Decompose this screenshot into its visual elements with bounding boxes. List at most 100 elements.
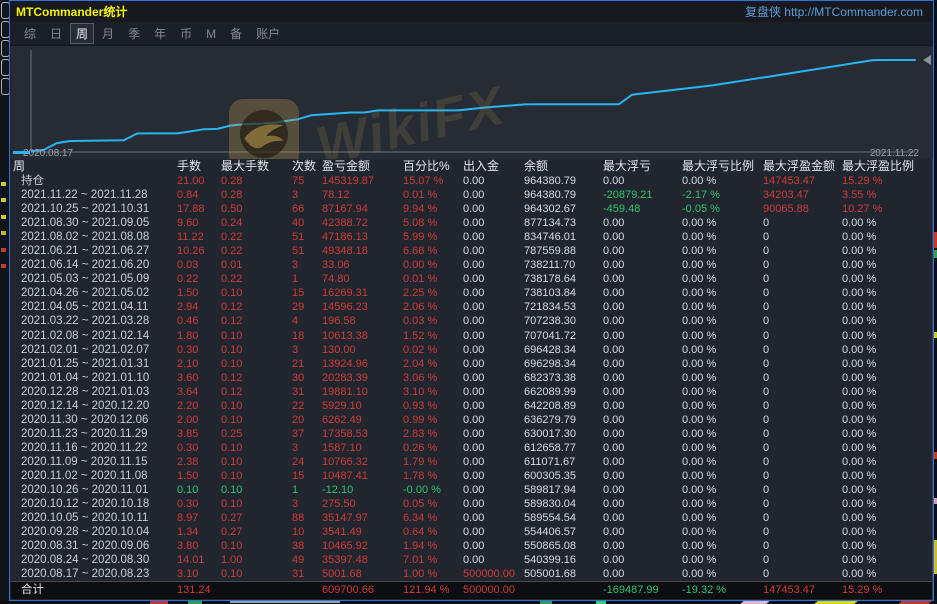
table-cell: 0.00 %: [682, 413, 763, 427]
table-cell: 0.00 %: [682, 469, 763, 483]
table-cell: 130.00: [322, 343, 403, 357]
table-row[interactable]: 2021.01.04 ~ 2021.01.103.600.123020283.3…: [11, 371, 932, 385]
table-cell: 554406.57: [524, 525, 603, 539]
table-cell: 19881.10: [322, 385, 403, 399]
table-row[interactable]: 2021.04.05 ~ 2021.04.112.940.122914596.2…: [11, 300, 932, 314]
row-label: 2020.11.02 ~ 2020.11.08: [13, 469, 177, 483]
table-row[interactable]: 2020.08.24 ~ 2020.08.3014.011.004935397.…: [11, 553, 932, 567]
table-row[interactable]: 2020.11.02 ~ 2020.11.081.500.101510487.4…: [11, 469, 932, 483]
table-row[interactable]: 2020.08.31 ~ 2020.09.063.800.103810465.9…: [11, 539, 932, 553]
table-row[interactable]: 2020.11.23 ~ 2020.11.293.850.253717358.5…: [11, 427, 932, 441]
table-cell: -459.48: [603, 202, 682, 216]
table-row[interactable]: 2020.11.30 ~ 2020.12.062.000.10206262.49…: [11, 413, 932, 427]
row-label: 2021.01.04 ~ 2021.01.10: [13, 371, 177, 385]
table-cell: 0.00: [463, 343, 524, 357]
table-row[interactable]: 2020.10.12 ~ 2020.10.180.300.103275.500.…: [11, 497, 932, 511]
table-row[interactable]: 2020.11.16 ~ 2020.11.220.300.1031587.100…: [11, 441, 932, 455]
table-cell: 2.06 %: [403, 300, 463, 314]
table-cell: 29: [292, 300, 322, 314]
table-row[interactable]: 2021.08.02 ~ 2021.08.0811.220.225147186.…: [11, 230, 932, 244]
table-row[interactable]: 2020.12.28 ~ 2021.01.033.640.123119881.1…: [11, 385, 932, 399]
table-cell: 0.00 %: [682, 455, 763, 469]
table-cell: 0.00: [603, 469, 682, 483]
table-cell: 0.00 %: [842, 272, 932, 286]
table-cell: 0.00: [603, 329, 682, 343]
table-row[interactable]: 2021.10.25 ~ 2021.10.3117.880.506687167.…: [11, 202, 932, 216]
table-cell: 787559.88: [524, 244, 603, 258]
table-cell: 3.80: [177, 539, 221, 553]
table-row[interactable]: 持仓21.000.2875145319.8715.07 %0.00964380.…: [11, 174, 932, 188]
table-cell: 0.00 %: [682, 427, 763, 441]
table-cell: 15.29 %: [842, 174, 932, 188]
table-cell: 1587.10: [322, 441, 403, 455]
table-cell: 738178.64: [524, 272, 603, 286]
table-cell: 642208.89: [524, 399, 603, 413]
table-row[interactable]: 2021.06.21 ~ 2021.06.2710.260.225149348.…: [11, 244, 932, 258]
table-cell: 0.00: [463, 483, 524, 497]
table-cell: 1: [292, 483, 322, 497]
table-row[interactable]: 2020.11.09 ~ 2020.11.152.380.102410766.3…: [11, 455, 932, 469]
table-cell: 2.38: [177, 455, 221, 469]
table-cell: 87167.94: [322, 202, 403, 216]
menu-item-backup[interactable]: 备: [224, 23, 248, 44]
table-cell: 0: [763, 497, 842, 511]
table-cell: 0.00 %: [682, 286, 763, 300]
table-row[interactable]: 2021.06.14 ~ 2021.06.200.030.01333.060.0…: [11, 258, 932, 272]
table-cell: [292, 582, 322, 599]
table-cell: 0.10: [221, 343, 292, 357]
table-cell: 0.24: [221, 216, 292, 230]
menu-item-year[interactable]: 年: [148, 23, 172, 44]
menu-item-overview[interactable]: 综: [18, 23, 42, 44]
table-cell: 147453.47: [763, 174, 842, 188]
table-cell: 31: [292, 385, 322, 399]
row-label: 2020.08.24 ~ 2020.08.30: [13, 553, 177, 567]
table-cell: 0.64 %: [403, 525, 463, 539]
menu-item-m[interactable]: M: [200, 25, 222, 43]
table-row[interactable]: 2020.10.26 ~ 2020.11.010.100.101-12.10-0…: [11, 483, 932, 497]
table-row[interactable]: 2020.09.28 ~ 2020.10.041.340.27103541.49…: [11, 525, 932, 539]
table-cell: 0.00 %: [682, 399, 763, 413]
table-cell: 0.00: [463, 413, 524, 427]
chart-end-date-label: 2021.11.22: [870, 148, 919, 159]
background-window-left-strip: [0, 0, 9, 604]
table-cell: 5001.68: [322, 567, 403, 581]
table-cell: 696428.34: [524, 343, 603, 357]
table-cell: 0: [763, 343, 842, 357]
table-row[interactable]: 2020.10.05 ~ 2020.10.118.970.278835147.9…: [11, 511, 932, 525]
menu-item-month[interactable]: 月: [96, 23, 120, 44]
table-cell: 0.00 %: [842, 469, 932, 483]
menu-item-day[interactable]: 日: [44, 23, 68, 44]
table-row[interactable]: 2021.01.25 ~ 2021.01.312.100.102113924.9…: [11, 357, 932, 371]
menu-item-week[interactable]: 周: [70, 23, 94, 44]
header-cell: 周: [13, 159, 177, 174]
table-row[interactable]: 2021.11.22 ~ 2021.11.280.840.28378.120.0…: [11, 188, 932, 202]
table-cell: 3: [292, 188, 322, 202]
table-cell: 0.30: [177, 343, 221, 357]
menu-item-quarter[interactable]: 季: [122, 23, 146, 44]
table-cell: 0.00: [603, 300, 682, 314]
table-row[interactable]: 2021.04.26 ~ 2021.05.021.500.101516269.3…: [11, 286, 932, 300]
table-cell: 0.00: [463, 385, 524, 399]
menu-item-currency[interactable]: 币: [174, 23, 198, 44]
table-row[interactable]: 2021.03.22 ~ 2021.03.280.460.124196.580.…: [11, 314, 932, 328]
table-row[interactable]: 2021.02.08 ~ 2021.02.141.800.101810613.3…: [11, 329, 932, 343]
table-cell: 3.60: [177, 371, 221, 385]
table-cell: 0: [763, 244, 842, 258]
row-label: 2020.11.09 ~ 2020.11.15: [13, 455, 177, 469]
table-cell: 0.01 %: [403, 188, 463, 202]
table-cell: 0.10: [221, 329, 292, 343]
table-cell: 10.26: [177, 244, 221, 258]
table-row[interactable]: 2021.02.01 ~ 2021.02.070.300.103130.000.…: [11, 343, 932, 357]
menu-item-account[interactable]: 账户: [250, 23, 286, 44]
chart-start-date-label: 2020.08.17: [23, 148, 73, 159]
table-cell: 40: [292, 216, 322, 230]
table-row[interactable]: 2021.05.03 ~ 2021.05.090.220.22174.800.0…: [11, 272, 932, 286]
brand-link[interactable]: 复盘侠 http://MTCommander.com: [745, 3, 923, 20]
table-row[interactable]: 2021.08.30 ~ 2021.09.059.600.244042388.7…: [11, 216, 932, 230]
row-label: 2021.05.03 ~ 2021.05.09: [13, 272, 177, 286]
table-cell: 1.34: [177, 525, 221, 539]
table-row[interactable]: 2020.12.14 ~ 2020.12.202.200.10225929.10…: [11, 399, 932, 413]
table-row[interactable]: 2020.08.17 ~ 2020.08.233.100.10315001.68…: [11, 567, 932, 581]
table-cell: 4: [292, 314, 322, 328]
table-cell: 0.12: [221, 385, 292, 399]
